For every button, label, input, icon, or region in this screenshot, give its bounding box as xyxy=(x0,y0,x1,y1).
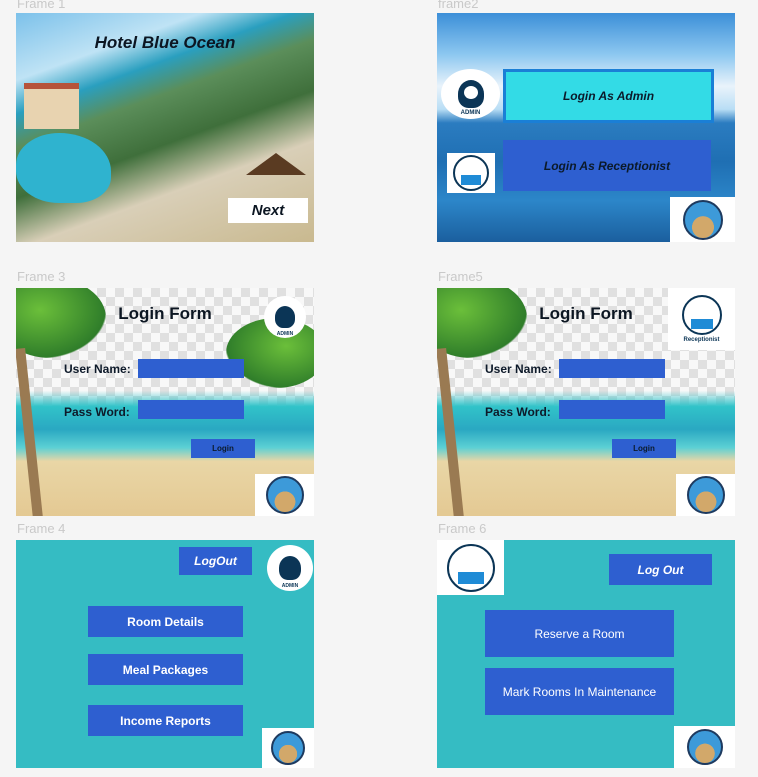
admin-avatar: ADMIN xyxy=(267,545,313,591)
hotel-logo-icon xyxy=(682,199,723,240)
receptionist-icon xyxy=(447,153,495,193)
mark-maintenance-button[interactable]: Mark Rooms In Maintenance xyxy=(485,668,674,715)
login-button[interactable]: Login xyxy=(612,439,676,458)
hotel-logo-icon xyxy=(686,476,725,514)
frame-6-receptionist-dashboard: Log Out Reserve a Room Mark Rooms In Mai… xyxy=(437,540,735,768)
hotel-logo xyxy=(674,726,735,768)
next-button[interactable]: Next xyxy=(228,198,308,223)
login-button[interactable]: Login xyxy=(191,439,255,458)
hotel-logo xyxy=(670,197,735,242)
frame-2-role-select: ADMIN Login As Admin Login As Receptioni… xyxy=(437,13,735,242)
admin-avatar-icon xyxy=(457,80,484,108)
hotel-building xyxy=(24,83,79,129)
logout-button[interactable]: LogOut xyxy=(179,547,252,575)
palm-trunk-left xyxy=(16,347,43,516)
room-details-button[interactable]: Room Details xyxy=(88,606,243,637)
login-as-admin-button[interactable]: Login As Admin xyxy=(503,69,714,123)
hotel-logo-icon xyxy=(265,476,304,514)
user-name-input[interactable] xyxy=(138,359,244,378)
reserve-room-button[interactable]: Reserve a Room xyxy=(485,610,674,657)
frame-4-admin-dashboard: LogOut ADMIN Room Details Meal Packages … xyxy=(16,540,314,768)
receptionist-badge-text: Receptionist xyxy=(683,337,720,343)
frame-6-label: Frame 6 xyxy=(438,521,487,536)
password-input[interactable] xyxy=(559,400,665,419)
frame-5-receptionist-login: Login Form Receptionist User Name: Pass … xyxy=(437,288,735,516)
password-input[interactable] xyxy=(138,400,244,419)
admin-badge-text: ADMIN xyxy=(460,110,481,116)
meal-packages-button[interactable]: Meal Packages xyxy=(88,654,243,685)
user-name-input[interactable] xyxy=(559,359,665,378)
frame-4-label: Frame 4 xyxy=(17,521,66,536)
logout-button[interactable]: Log Out xyxy=(609,554,712,585)
hotel-logo xyxy=(255,474,314,516)
frame-3-admin-login: Login Form ADMIN User Name: Pass Word: L… xyxy=(16,288,314,516)
receptionist-avatar xyxy=(437,540,504,595)
hotel-logo-icon xyxy=(686,729,723,765)
pool-shape xyxy=(16,133,111,203)
user-name-label: User Name: xyxy=(485,362,552,376)
splash-title: Hotel Blue Ocean xyxy=(94,33,236,52)
frame-5-label: Frame5 xyxy=(438,269,483,284)
income-reports-button[interactable]: Income Reports xyxy=(88,705,243,736)
frame-1-splash: Hotel Blue Ocean Next xyxy=(16,13,314,242)
hut-roof xyxy=(246,153,306,175)
frame-1-label: Frame 1 xyxy=(17,0,66,11)
login-as-receptionist-button[interactable]: Login As Receptionist xyxy=(503,140,711,191)
password-label: Pass Word: xyxy=(64,405,130,419)
user-name-label: User Name: xyxy=(64,362,131,376)
hotel-logo xyxy=(676,474,735,516)
palm-trunk-left xyxy=(437,347,464,516)
frame-2-label: frame2 xyxy=(438,0,479,11)
frame-3-label: Frame 3 xyxy=(17,269,66,284)
password-label: Pass Word: xyxy=(485,405,551,419)
admin-avatar: ADMIN xyxy=(264,296,306,338)
hotel-logo-icon xyxy=(271,731,305,765)
receptionist-avatar: Receptionist xyxy=(668,288,735,350)
admin-avatar: ADMIN xyxy=(441,69,500,119)
hotel-logo xyxy=(262,728,314,768)
